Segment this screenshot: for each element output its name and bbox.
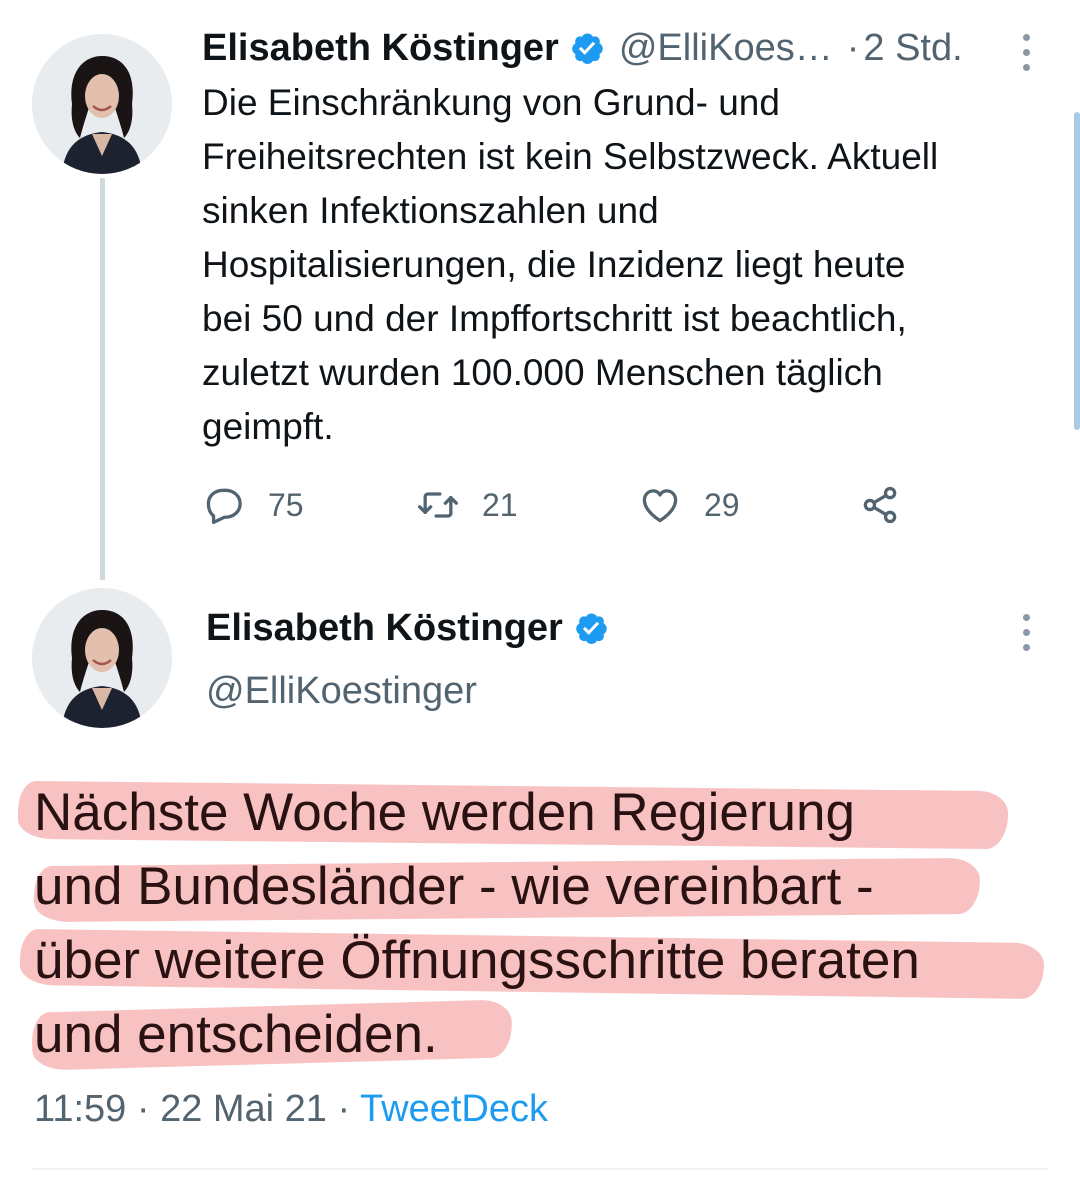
tweet-text-line: und entscheiden. <box>34 1005 438 1064</box>
more-options-icon[interactable] <box>1016 614 1036 651</box>
reply-icon <box>206 488 242 525</box>
author-handle[interactable]: @ElliKoes… <box>619 27 833 70</box>
profile-photo <box>32 34 172 174</box>
tweet-text-line: Die Einschränkung von Grund- und <box>202 82 780 123</box>
tweet-text-line: über weitere Öffnungsschritte beraten <box>34 931 920 990</box>
profile-photo <box>32 588 172 728</box>
like-count: 29 <box>704 486 740 523</box>
tweet-text-line: bei 50 und der Impffortschritt ist beach… <box>202 298 907 339</box>
reply-count: 75 <box>268 486 304 523</box>
tweet-text: Nächste Woche werden Regierung und Bunde… <box>17 776 1064 1072</box>
author-name[interactable]: Elisabeth Köstinger <box>206 607 563 650</box>
separator: · <box>846 26 860 69</box>
tweet-text-line: Hospitalisierungen, die Inzidenz liegt h… <box>202 244 906 285</box>
tweet-text-line: Nächste Woche werden Regierung <box>34 783 855 842</box>
tweet-text: Die Einschränkung von Grund- und Freihei… <box>202 76 1052 454</box>
tweet-age[interactable]: 2 Std. <box>863 27 962 70</box>
tweet-text-line: sinken Infektionszahlen und <box>202 190 659 231</box>
highlighted-line: und Bundesländer - wie vereinbart - <box>33 850 1064 924</box>
share-button[interactable] <box>858 478 902 532</box>
tweet-text-line: Freiheitsrechten ist kein Selbstzweck. A… <box>202 136 939 177</box>
more-options-icon[interactable] <box>1016 34 1036 71</box>
separator: · <box>337 1088 351 1130</box>
author-name[interactable]: Elisabeth Köstinger <box>202 27 559 70</box>
highlighted-line: und entscheiden. <box>31 998 1064 1072</box>
reply-button[interactable]: 75 <box>202 478 304 532</box>
tweet-text-line: und Bundesländer - wie vereinbart - <box>34 857 874 916</box>
avatar[interactable] <box>32 588 172 728</box>
highlighted-line: über weitere Öffnungsschritte beraten <box>19 924 1064 1000</box>
share-icon <box>863 486 897 524</box>
divider <box>32 1168 1048 1170</box>
scrollbar[interactable] <box>1074 112 1080 430</box>
verified-badge-icon <box>573 610 609 646</box>
tweet-text-line: geimpft. <box>202 406 334 447</box>
tweet-source-link[interactable]: TweetDeck <box>360 1088 548 1130</box>
author-handle[interactable]: @ElliKoestinger <box>206 670 477 713</box>
tweet-text-line: zuletzt wurden 100.000 Menschen täglich <box>202 352 883 393</box>
tweet-header: Elisabeth Köstinger @ElliKoes… · 2 Std. <box>202 24 963 72</box>
thread-connector <box>100 178 105 580</box>
highlighted-line: Nächste Woche werden Regierung <box>17 776 1064 850</box>
avatar[interactable] <box>32 34 172 174</box>
separator: · <box>136 1088 150 1130</box>
tweet-date[interactable]: 22 Mai 21 <box>160 1088 327 1130</box>
tweet-time[interactable]: 11:59 <box>34 1088 126 1130</box>
action-bar: 75 21 29 <box>202 478 922 532</box>
retweet-icon <box>418 492 458 518</box>
tweet-thread: Elisabeth Köstinger @ElliKoes… · 2 Std. … <box>0 0 1080 1181</box>
like-icon <box>642 489 678 523</box>
like-button[interactable]: 29 <box>638 478 740 532</box>
tweet-header: Elisabeth Köstinger <box>206 604 619 652</box>
tweet-meta: 11:59 · 22 Mai 21 · TweetDeck <box>34 1088 548 1131</box>
retweet-button[interactable]: 21 <box>416 478 518 532</box>
verified-badge-icon <box>569 30 605 66</box>
retweet-count: 21 <box>482 486 518 523</box>
